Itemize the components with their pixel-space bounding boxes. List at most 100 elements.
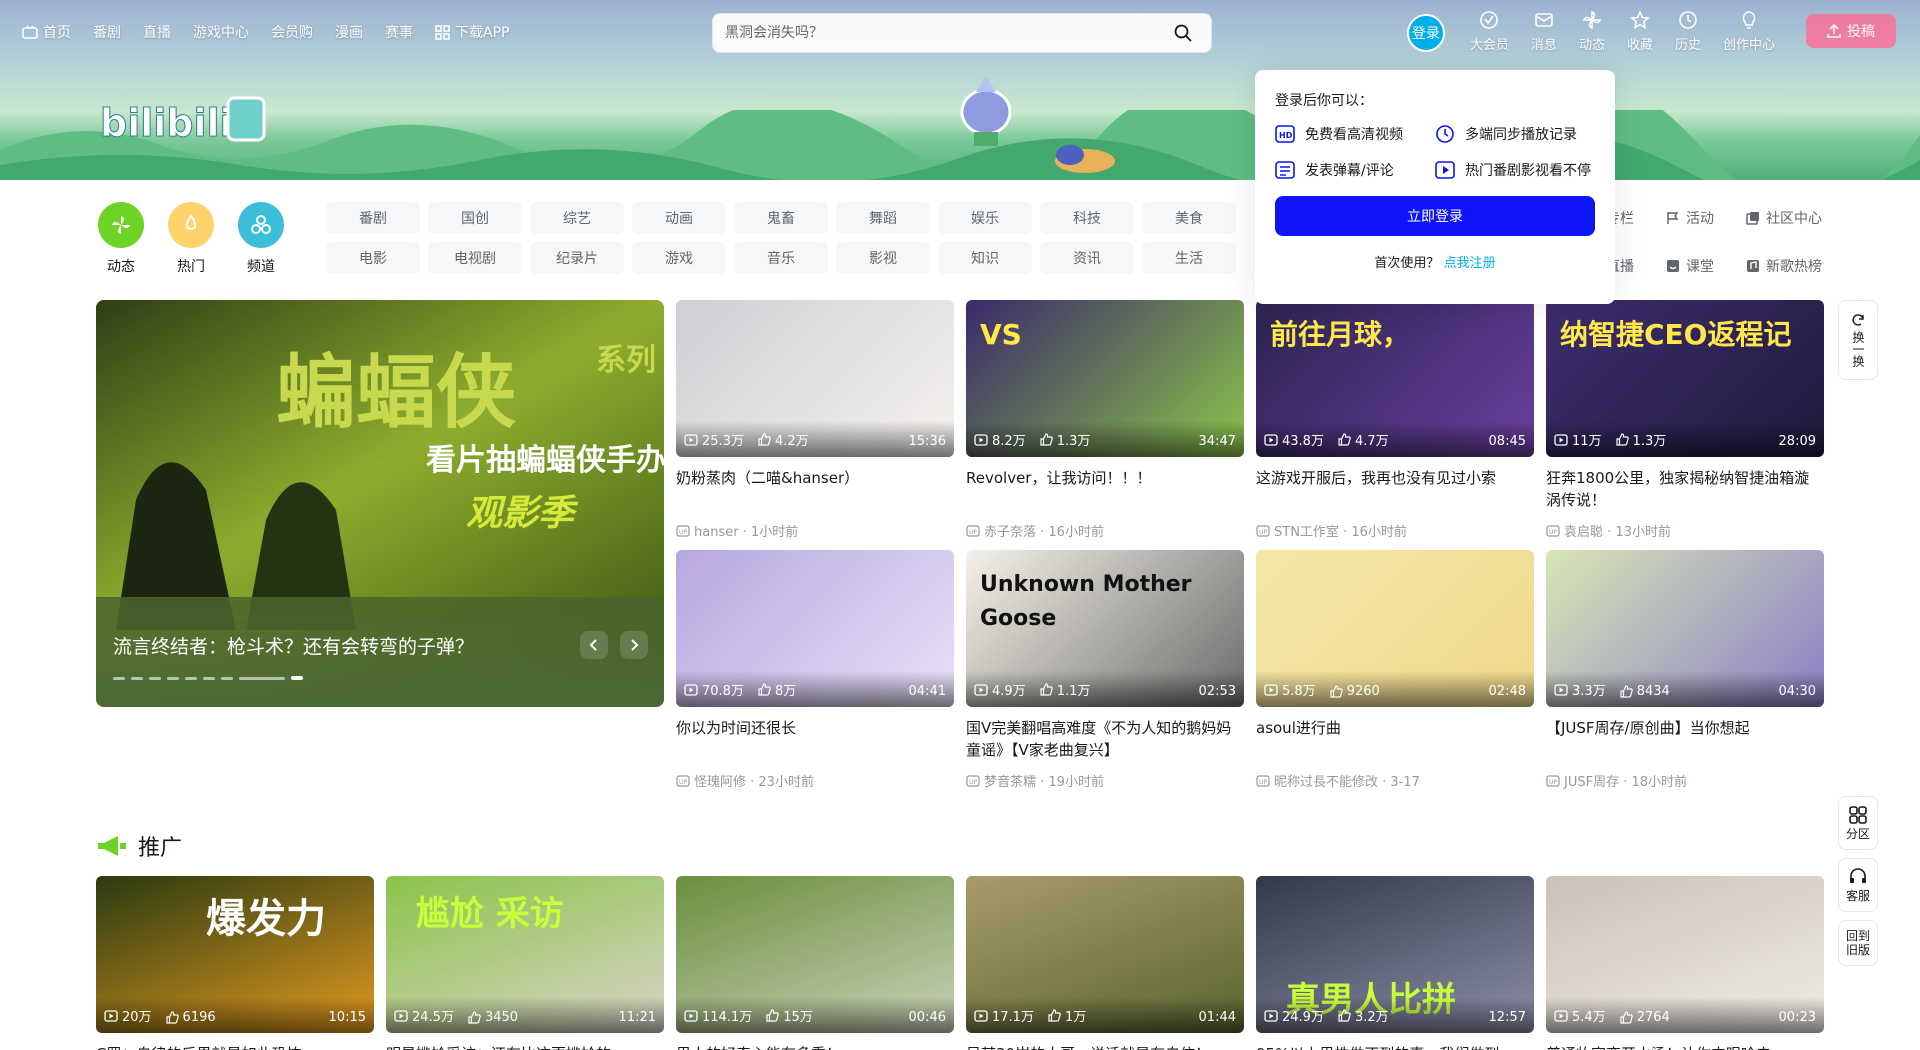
channel-tag[interactable]: 舞蹈 (836, 202, 930, 234)
channel-tag[interactable]: 电影 (326, 242, 420, 274)
video-thumbnail[interactable]: Unknown Mother Goose 4.9万 1.1万 02:53 (966, 550, 1244, 707)
refresh-button[interactable]: 换一换 (1838, 300, 1878, 380)
video-card[interactable]: 纳智捷CEO返程记 11万 1.3万 28:09 狂奔1800公里，独家揭秘纳智… (1546, 300, 1824, 540)
promo-video-card[interactable]: 5.4万 2764 00:23 普通妆容变开水烫！让你中眼哈史 (1546, 876, 1824, 1050)
carousel-dot[interactable] (113, 676, 125, 680)
video-uploader[interactable]: UP STN工作室 · 16小时前 (1256, 521, 1534, 540)
nav-esports[interactable]: 赛事 (385, 22, 413, 42)
channel-tag[interactable]: 国创 (428, 202, 522, 234)
video-title[interactable]: 你以为时间还很长 (676, 717, 954, 761)
channel-tag[interactable]: 科技 (1040, 202, 1134, 234)
video-uploader[interactable]: UP 梦音茶糯 · 19小时前 (966, 771, 1244, 790)
carousel-dot-active[interactable] (291, 676, 303, 680)
search-button[interactable] (1167, 17, 1199, 49)
channel-tag[interactable]: 音乐 (734, 242, 828, 274)
upload-button[interactable]: 投稿 (1806, 14, 1896, 48)
channel-tag[interactable]: 游戏 (632, 242, 726, 274)
video-card[interactable]: 3.3万 8434 04:30 【JUSF周存/原创曲】当你想起 UP JUSF… (1546, 550, 1824, 790)
video-title[interactable]: 狂奔1800公里，独家揭秘纳智捷油箱漩涡传说！ (1546, 467, 1824, 511)
video-uploader[interactable]: UP 怪瑰阿修 · 23小时前 (676, 771, 954, 790)
video-thumbnail[interactable]: 纳智捷CEO返程记 11万 1.3万 28:09 (1546, 300, 1824, 457)
bilibili-logo[interactable]: bilibili (98, 92, 268, 148)
video-thumbnail[interactable]: 5.8万 9260 02:48 (1256, 550, 1534, 707)
promo-video-card[interactable]: 爆发力 20万 6196 10:15 C罗：自律的后果就是如此恐怖 (96, 876, 374, 1050)
carousel-dot[interactable] (185, 676, 197, 680)
video-thumbnail[interactable]: 爆发力 20万 6196 10:15 (96, 876, 374, 1033)
carousel-title[interactable]: 流言终结者：枪斗术？还有会转弯的子弹？ (113, 632, 474, 659)
hero-carousel[interactable]: 蝙蝠侠 系列 看片抽蝙蝠侠手办 观影季 流言终结者：枪斗术？还有会转弯的子弹？ (96, 300, 664, 707)
channel-tag[interactable]: 电视剧 (428, 242, 522, 274)
video-title[interactable]: C罗：自律的后果就是如此恐怖 (96, 1043, 374, 1050)
nav-game-center[interactable]: 游戏中心 (193, 22, 249, 42)
link-community[interactable]: 社区中心 (1746, 202, 1856, 234)
video-thumbnail[interactable]: 3.3万 8434 04:30 (1546, 550, 1824, 707)
channel-tag[interactable]: 资讯 (1040, 242, 1134, 274)
video-uploader[interactable]: UP JUSF周存 · 18小时前 (1546, 771, 1824, 790)
nav-vip[interactable]: 大会员 (1470, 10, 1509, 53)
service-button[interactable]: 客服 (1838, 858, 1878, 912)
channel-tag[interactable]: 影视 (836, 242, 930, 274)
link-classroom[interactable]: 课堂 (1666, 250, 1746, 282)
channel-tag[interactable]: 美食 (1142, 202, 1236, 234)
nav-history[interactable]: 历史 (1675, 10, 1701, 53)
login-avatar-button[interactable]: 登录 (1406, 14, 1445, 52)
nav-creator-center[interactable]: 创作中心 (1723, 10, 1775, 53)
search-input[interactable] (725, 25, 1167, 41)
video-title[interactable]: 普通妆容变开水烫！让你中眼哈史 (1546, 1043, 1824, 1050)
video-card[interactable]: 5.8万 9260 02:48 asoul进行曲 UP 昵称过長不能修改 · 3… (1256, 550, 1534, 790)
video-card[interactable]: 前往月球， 43.8万 4.7万 08:45 这游戏开服后，我再也没有见过小索 … (1256, 300, 1534, 540)
old-version-button[interactable]: 回到旧版 (1838, 920, 1878, 966)
video-thumbnail[interactable]: 5.4万 2764 00:23 (1546, 876, 1824, 1033)
video-thumbnail[interactable]: VS 8.2万 1.3万 34:47 (966, 300, 1244, 457)
video-uploader[interactable]: UP hanser · 1小时前 (676, 521, 954, 540)
carousel-dot[interactable] (131, 676, 143, 680)
nav-messages[interactable]: 消息 (1531, 10, 1557, 53)
video-uploader[interactable]: UP 赤子奈落 · 16小时前 (966, 521, 1244, 540)
channel-tag[interactable]: 纪录片 (530, 242, 624, 274)
video-card[interactable]: Unknown Mother Goose 4.9万 1.1万 02:53 国V完… (966, 550, 1244, 790)
nav-favorites[interactable]: 收藏 (1627, 10, 1653, 53)
nav-bangumi[interactable]: 番剧 (93, 22, 121, 42)
promo-video-card[interactable]: 114.1万 15万 00:46 男人的好奇心能有多重！ (676, 876, 954, 1050)
register-link[interactable]: 点我注册 (1444, 256, 1496, 271)
channel-channels[interactable]: 频道 (236, 202, 286, 276)
carousel-prev-button[interactable] (580, 631, 608, 659)
nav-live[interactable]: 直播 (143, 22, 171, 42)
nav-download-app[interactable]: 下载APP (435, 22, 509, 42)
video-title[interactable]: 明星尴尬采访：还有比这更尴尬的 (386, 1043, 664, 1050)
video-thumbnail[interactable]: 70.8万 8万 04:41 (676, 550, 954, 707)
video-title[interactable]: 国V完美翻唱高难度《不为人知的鹅妈妈童谣》【V家老曲复兴】 (966, 717, 1244, 761)
channel-tag[interactable]: 鬼畜 (734, 202, 828, 234)
video-title[interactable]: Revolver，让我访问！！！ (966, 467, 1244, 511)
video-title[interactable]: 男人的好奇心能有多重！ (676, 1043, 954, 1050)
video-thumbnail[interactable]: 前往月球， 43.8万 4.7万 08:45 (1256, 300, 1534, 457)
channel-tag[interactable]: 娱乐 (938, 202, 1032, 234)
video-title[interactable]: asoul进行曲 (1256, 717, 1534, 761)
carousel-dot[interactable] (167, 676, 179, 680)
channel-tag[interactable]: 动画 (632, 202, 726, 234)
channel-tag[interactable]: 番剧 (326, 202, 420, 234)
zone-button[interactable]: 分区 (1838, 796, 1878, 850)
video-card[interactable]: VS 8.2万 1.3万 34:47 Revolver，让我访问！！！ UP 赤… (966, 300, 1244, 540)
popover-login-button[interactable]: 立即登录 (1275, 196, 1595, 236)
channel-hot[interactable]: 热门 (166, 202, 216, 276)
video-thumbnail[interactable]: 25.3万 4.2万 15:36 (676, 300, 954, 457)
promo-video-card[interactable]: 真男人比拼 24.9万 3.2万 12:57 95%以上男性做不到的事，我们做到 (1256, 876, 1534, 1050)
video-card[interactable]: 25.3万 4.2万 15:36 奶粉蒸肉（二喵&hanser） UP hans… (676, 300, 954, 540)
nav-manga[interactable]: 漫画 (335, 22, 363, 42)
promo-video-card[interactable]: 17.1万 1万 01:44 吴某30岁的大哥，说话就是有自信！ (966, 876, 1244, 1050)
video-title[interactable]: 【JUSF周存/原创曲】当你想起 (1546, 717, 1824, 761)
channel-tag[interactable]: 生活 (1142, 242, 1236, 274)
video-title[interactable]: 95%以上男性做不到的事，我们做到 (1256, 1043, 1534, 1050)
nav-mall[interactable]: 会员购 (271, 22, 313, 42)
nav-dynamic[interactable]: 动态 (1579, 10, 1605, 53)
carousel-dot[interactable] (149, 676, 161, 680)
video-title[interactable]: 奶粉蒸肉（二喵&hanser） (676, 467, 954, 511)
link-activity[interactable]: 活动 (1666, 202, 1746, 234)
video-thumbnail[interactable]: 真男人比拼 24.9万 3.2万 12:57 (1256, 876, 1534, 1033)
nav-home[interactable]: 首页 (22, 22, 71, 42)
link-new-songs[interactable]: 新歌热榜 (1746, 250, 1856, 282)
carousel-next-button[interactable] (620, 631, 648, 659)
promo-video-card[interactable]: 尴尬 采访 24.5万 3450 11:21 明星尴尬采访：还有比这更尴尬的 (386, 876, 664, 1050)
channel-tag[interactable]: 综艺 (530, 202, 624, 234)
